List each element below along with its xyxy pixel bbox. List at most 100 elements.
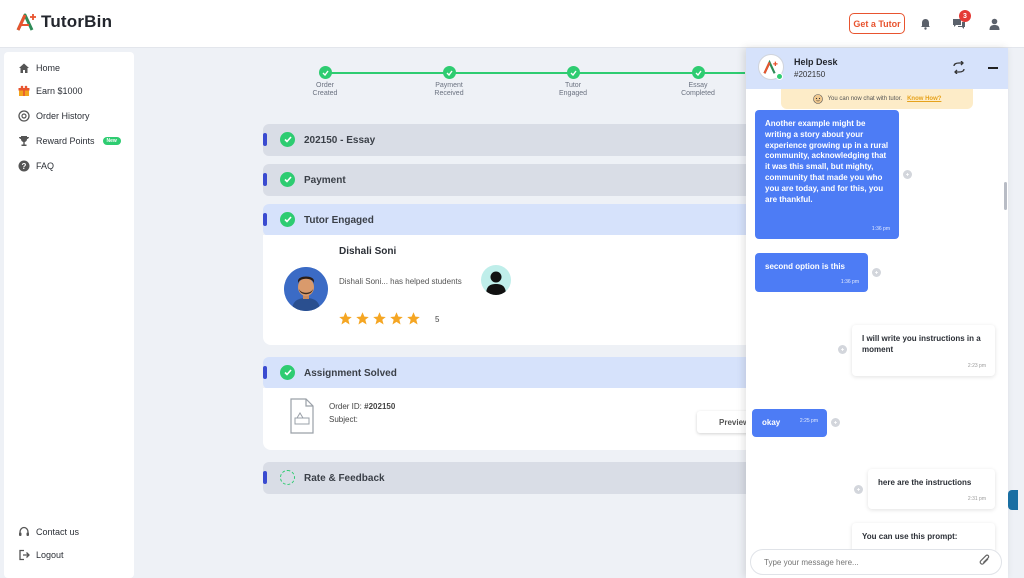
section-title: 202150 - Essay <box>304 134 376 146</box>
message-time: 1:36 pm <box>840 279 859 286</box>
subject-label: Subject: <box>329 415 358 424</box>
star-icon <box>356 312 369 325</box>
sidebar-item-label: FAQ <box>36 161 55 171</box>
section-marker <box>263 471 267 484</box>
section-tutor-header[interactable]: Tutor Engaged <box>263 204 753 236</box>
floating-side-tab[interactable] <box>1008 490 1018 510</box>
section-rate-header[interactable]: Rate & Feedback <box>263 462 753 494</box>
assignment-card: Order ID: #202150 Subject: Preview <box>263 388 757 450</box>
chat-title: Help Desk <box>794 57 838 67</box>
check-circle-icon <box>280 172 295 187</box>
sidebar-item-label: Logout <box>36 550 64 560</box>
svg-text:?: ? <box>22 162 27 171</box>
section-payment-header[interactable]: Payment <box>263 164 753 196</box>
tutor-avatar-image <box>284 267 328 311</box>
chat-message-input[interactable] <box>750 549 1002 575</box>
check-circle-icon <box>280 212 295 227</box>
message-text: I will write you instructions in a momen… <box>862 334 981 354</box>
step-label: Created <box>312 90 338 97</box>
trophy-icon <box>19 136 29 146</box>
step-label: Received <box>434 90 464 97</box>
order-id-value: #202150 <box>364 402 396 411</box>
section-title: Payment <box>304 174 346 186</box>
message-options-icon[interactable] <box>872 268 881 277</box>
help-desk-chat-panel: Help Desk #202150 You can now chat with … <box>746 48 1008 578</box>
document-icon <box>289 398 315 439</box>
order-history-icon <box>18 110 30 122</box>
sidebar-item-label: Reward Points <box>36 136 95 146</box>
rating-stars <box>338 311 421 326</box>
order-id-label: Order ID: <box>329 402 362 411</box>
section-marker <box>263 173 267 186</box>
step-tutor-engaged: Tutor Engaged <box>538 66 608 98</box>
chat-order-id: #202150 <box>794 70 826 79</box>
section-marker <box>263 366 267 379</box>
step-check-icon <box>442 66 456 79</box>
message-options-icon[interactable] <box>831 418 840 427</box>
tutor-face-icon <box>812 94 823 104</box>
sidebar-item-label: Home <box>36 63 61 73</box>
pending-circle-icon <box>280 470 295 485</box>
chat-message: I will write you instructions in a momen… <box>852 325 995 376</box>
logout-icon <box>19 549 30 561</box>
message-time: 1:36 pm <box>871 226 890 233</box>
section-assignment-header[interactable]: Assignment Solved <box>263 357 753 389</box>
sidebar-item-label: Order History <box>36 111 90 121</box>
tutor-card: Dishali Soni Dishali Soni... has helped … <box>263 235 753 345</box>
attachment-paperclip-icon[interactable] <box>979 554 991 573</box>
message-options-icon[interactable] <box>838 345 847 354</box>
minimize-icon[interactable] <box>988 67 998 69</box>
sidebar-item-contact[interactable]: Contact us <box>18 524 79 540</box>
section-title: Assignment Solved <box>304 367 397 379</box>
message-options-icon[interactable] <box>903 170 912 179</box>
chat-message: here are the instructions 2:31 pm <box>868 469 995 509</box>
chat-notice: You can now chat with tutor. Know How? <box>781 89 973 109</box>
message-time: 2:25 pm <box>799 418 818 425</box>
online-status-dot <box>776 73 783 80</box>
chat-notice-text: You can now chat with tutor. <box>827 96 903 102</box>
check-circle-icon <box>280 365 295 380</box>
sidebar-item-faq[interactable]: ? FAQ <box>18 158 54 174</box>
chat-scrollbar[interactable] <box>1004 182 1007 210</box>
get-tutor-button[interactable]: Get a Tutor <box>849 13 905 34</box>
check-circle-icon <box>280 132 295 147</box>
section-title: Rate & Feedback <box>304 472 385 484</box>
step-label: Payment <box>435 82 463 89</box>
rating-value: 5 <box>435 315 440 324</box>
section-marker <box>263 213 267 226</box>
sidebar-item-label: Earn $1000 <box>36 86 83 96</box>
section-order-header[interactable]: 202150 - Essay <box>263 124 753 156</box>
headset-icon <box>19 526 29 536</box>
sidebar-item-home[interactable]: Home <box>18 60 60 76</box>
home-icon <box>19 63 29 73</box>
sidebar-item-reward-points[interactable]: Reward Points New <box>18 133 121 149</box>
brand-logo[interactable]: TutorBin <box>16 12 112 32</box>
chat-message: Another example might be writing a story… <box>755 110 899 239</box>
order-id-row: Order ID: #202150 <box>329 402 395 411</box>
chat-header: Help Desk #202150 <box>746 48 1008 89</box>
star-icon <box>407 312 420 325</box>
notification-bell-icon[interactable] <box>916 15 934 33</box>
step-label: Order <box>316 82 334 89</box>
step-payment-received: Payment Received <box>414 66 484 98</box>
step-check-icon <box>566 66 580 79</box>
sidebar-item-logout[interactable]: Logout <box>18 547 64 563</box>
message-time: 2:31 pm <box>967 496 986 503</box>
sidebar-item-earn[interactable]: Earn $1000 <box>18 83 83 99</box>
sidebar-item-order-history[interactable]: Order History <box>18 108 90 124</box>
message-text: here are the instructions <box>878 478 972 487</box>
sidebar: Home Earn $1000 Order History Reward Poi… <box>4 52 134 578</box>
know-how-link[interactable]: Know How? <box>907 96 941 102</box>
tutor-avatar[interactable] <box>284 267 328 311</box>
message-text: You can use this prompt: <box>862 532 958 541</box>
refresh-icon[interactable] <box>952 60 966 79</box>
message-time: 2:23 pm <box>967 363 986 370</box>
message-options-icon[interactable] <box>854 485 863 494</box>
step-label: Completed <box>681 90 715 97</box>
user-profile-icon[interactable] <box>985 15 1003 33</box>
tutorbin-logo-icon <box>16 13 36 31</box>
chat-message: second option is this 1:36 pm <box>755 253 868 292</box>
help-circle-icon: ? <box>18 160 30 172</box>
step-label: Essay <box>688 82 708 89</box>
tutor-name: Dishali Soni <box>339 246 397 257</box>
